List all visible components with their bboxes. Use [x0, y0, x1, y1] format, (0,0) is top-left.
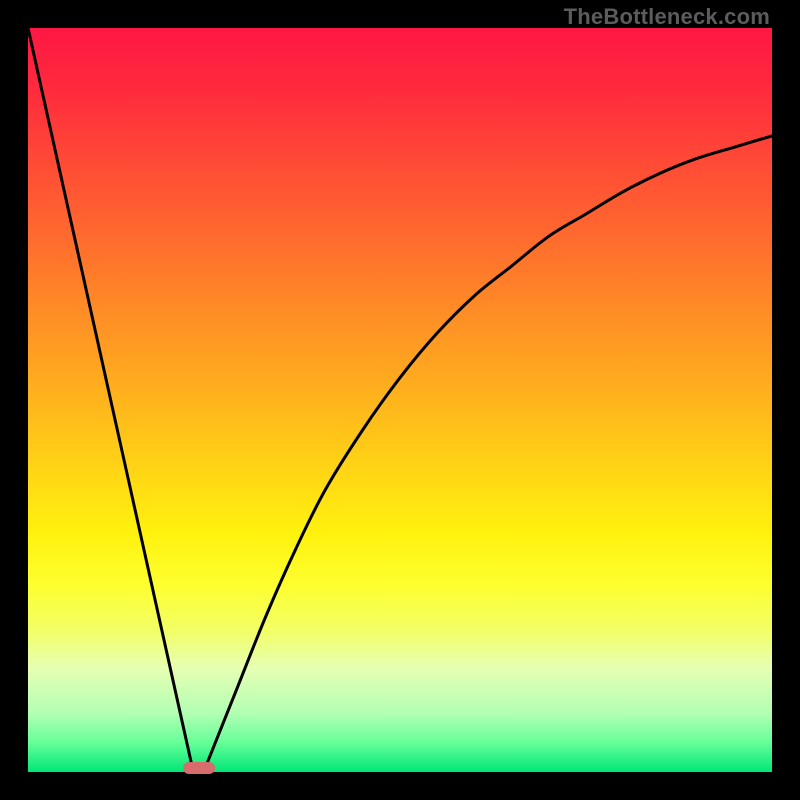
attribution-text: TheBottleneck.com — [564, 4, 770, 30]
chart-plot-area — [28, 28, 772, 772]
curve-left-branch — [28, 28, 192, 765]
chart-curve-svg — [28, 28, 772, 772]
outer-frame: TheBottleneck.com — [0, 0, 800, 800]
curve-right-branch — [207, 136, 772, 765]
min-marker — [183, 762, 215, 774]
